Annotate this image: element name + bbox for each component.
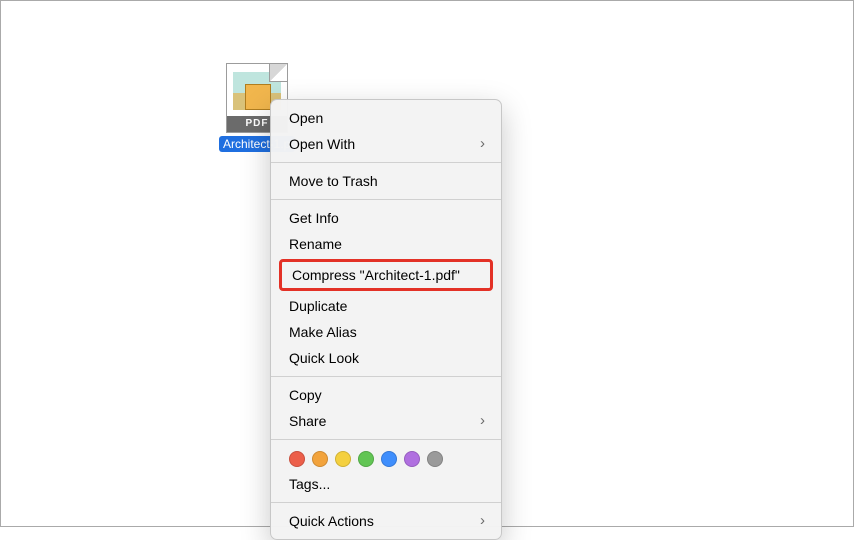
tag-color-row: [271, 445, 501, 471]
tag-gray[interactable]: [427, 451, 443, 467]
chevron-right-icon: ›: [480, 512, 485, 530]
menu-label: Make Alias: [289, 323, 357, 341]
menu-label: Open: [289, 109, 323, 127]
menu-separator: [271, 439, 501, 440]
chevron-right-icon: ›: [480, 412, 485, 430]
menu-separator: [271, 376, 501, 377]
menu-label: Get Info: [289, 209, 339, 227]
menu-separator: [271, 502, 501, 503]
menu-separator: [271, 162, 501, 163]
menu-label: Share: [289, 412, 326, 430]
menu-label: Move to Trash: [289, 172, 378, 190]
menu-rename[interactable]: Rename: [271, 231, 501, 257]
menu-label: Copy: [289, 386, 322, 404]
menu-label: Compress "Architect-1.pdf": [292, 266, 460, 284]
tag-green[interactable]: [358, 451, 374, 467]
menu-duplicate[interactable]: Duplicate: [271, 293, 501, 319]
chevron-right-icon: ›: [480, 135, 485, 153]
menu-label: Quick Look: [289, 349, 359, 367]
tag-purple[interactable]: [404, 451, 420, 467]
tag-red[interactable]: [289, 451, 305, 467]
menu-label: Open With: [289, 135, 355, 153]
menu-get-info[interactable]: Get Info: [271, 205, 501, 231]
menu-label: Rename: [289, 235, 342, 253]
menu-label: Duplicate: [289, 297, 347, 315]
menu-copy[interactable]: Copy: [271, 382, 501, 408]
menu-open[interactable]: Open: [271, 105, 501, 131]
desktop-area: PDF Architect-1.pdf Open Open With › Mov…: [1, 1, 853, 526]
tag-yellow[interactable]: [335, 451, 351, 467]
tag-blue[interactable]: [381, 451, 397, 467]
menu-separator: [271, 199, 501, 200]
menu-open-with[interactable]: Open With ›: [271, 131, 501, 157]
menu-label: Quick Actions: [289, 512, 374, 530]
menu-move-to-trash[interactable]: Move to Trash: [271, 168, 501, 194]
menu-share[interactable]: Share ›: [271, 408, 501, 434]
menu-make-alias[interactable]: Make Alias: [271, 319, 501, 345]
menu-quick-look[interactable]: Quick Look: [271, 345, 501, 371]
context-menu: Open Open With › Move to Trash Get Info …: [270, 99, 502, 540]
menu-label: Tags...: [289, 475, 330, 493]
menu-compress[interactable]: Compress "Architect-1.pdf": [279, 259, 493, 291]
tag-orange[interactable]: [312, 451, 328, 467]
menu-tags[interactable]: Tags...: [271, 471, 501, 497]
menu-quick-actions[interactable]: Quick Actions ›: [271, 508, 501, 534]
